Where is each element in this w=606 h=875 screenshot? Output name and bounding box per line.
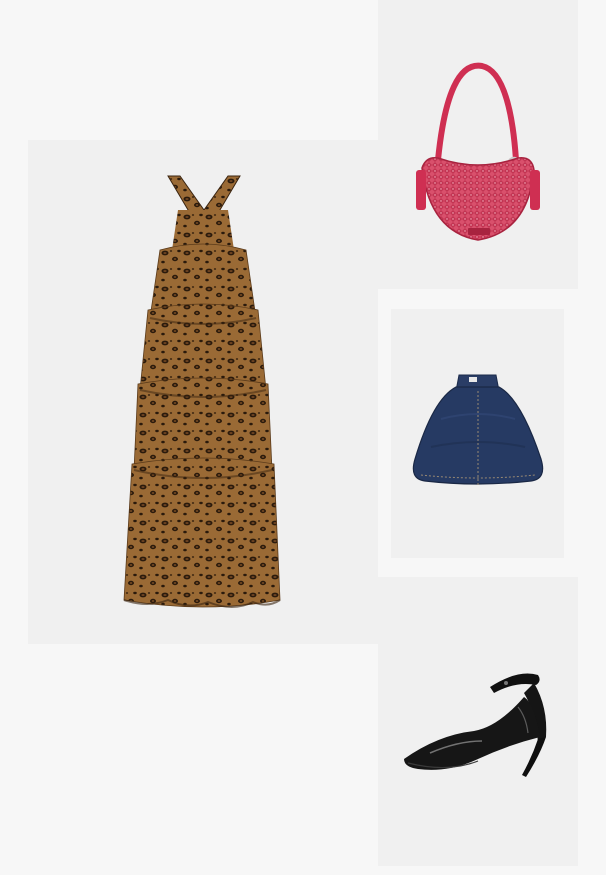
dress-icon [123, 175, 281, 608]
handbag-icon [416, 62, 540, 241]
product-tile-bag[interactable] [378, 0, 578, 289]
product-tile-shoes[interactable] [378, 577, 578, 866]
cape-icon [412, 374, 544, 485]
pump-shoe-icon [404, 673, 547, 777]
outfit-board [0, 0, 606, 875]
product-tile-cape[interactable] [391, 309, 564, 558]
product-tile-dress[interactable] [28, 140, 378, 644]
